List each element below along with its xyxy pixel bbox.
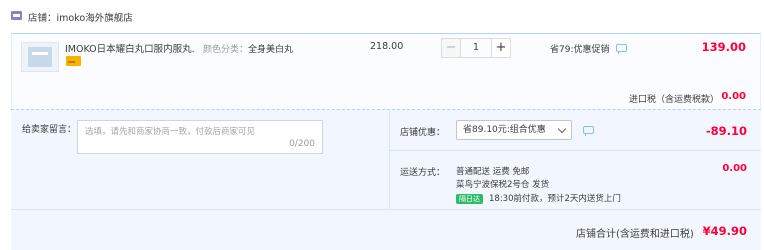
decrease-quantity-button[interactable]: − xyxy=(441,38,461,58)
store-total-bar: 店铺合计(含运费和进口税) ¥49.90 xyxy=(11,209,761,250)
divider xyxy=(389,110,390,210)
next-day-badge: 隔日达 xyxy=(456,194,483,204)
product-spec: 颜色分类：全身美白丸 xyxy=(203,45,294,55)
shipping-warehouse: 菜鸟宁波保税2号仓 发货 xyxy=(456,180,550,190)
import-tax-value: 0.00 xyxy=(721,91,746,102)
product-title[interactable]: IMOKO日本耀白丸口服内服丸... xyxy=(65,41,195,55)
quantity-input[interactable]: 1 xyxy=(461,38,491,58)
quantity-stepper: − 1 + xyxy=(441,38,511,58)
store-promo-label: 店铺优惠： xyxy=(400,128,446,138)
chat-icon[interactable] xyxy=(583,126,594,136)
item-total-price: 139.00 xyxy=(701,40,746,54)
store-name[interactable]: 店铺：imoko海外旗舰店 xyxy=(28,10,133,24)
item-promo-text: 省79:优惠促销 xyxy=(550,45,610,55)
chevron-down-icon xyxy=(557,124,567,134)
seller-message-placeholder: 选填，请先和商家协商一致，付款后商家可见 xyxy=(85,127,256,137)
increase-quantity-button[interactable]: + xyxy=(491,38,511,58)
order-options-panel: 给卖家留言： 选填，请先和商家协商一致，付款后商家可见 0/200 店铺优惠： … xyxy=(11,109,761,210)
shipping-fee: 0.00 xyxy=(722,163,747,174)
chat-icon[interactable] xyxy=(616,44,627,54)
store-promo-select[interactable]: 省89.10元:组合优惠 xyxy=(456,120,572,140)
seller-message-label: 给卖家留言： xyxy=(22,125,77,135)
store-icon xyxy=(11,11,22,20)
product-thumbnail[interactable] xyxy=(21,42,59,72)
store-total-value: ¥49.90 xyxy=(702,224,747,238)
store-promo-value: -89.10 xyxy=(705,124,747,138)
shipping-label: 运送方式： xyxy=(400,168,446,178)
shipping-method: 普通配送 运费 免邮 xyxy=(456,167,530,177)
shipping-eta: 隔日达 18:30前付款，预计2天内送货上门 xyxy=(456,192,621,204)
store-header: 店铺：imoko海外旗舰店 xyxy=(0,0,764,33)
seller-message-input[interactable]: 选填，请先和商家协商一致，付款后商家可见 0/200 xyxy=(77,120,323,154)
order-item-row: IMOKO日本耀白丸口服内服丸... 颜色分类：全身美白丸 218.00 − 1… xyxy=(11,33,761,109)
credit-card-icon xyxy=(66,56,81,66)
store-total-label: 店铺合计(含运费和进口税) xyxy=(576,229,694,240)
store-promo-selected: 省89.10元:组合优惠 xyxy=(463,125,546,135)
divider xyxy=(389,150,761,151)
import-tax-label: 进口税（含运费税款） xyxy=(629,95,720,105)
unit-price: 218.00 xyxy=(370,41,404,52)
message-char-counter: 0/200 xyxy=(289,139,315,149)
